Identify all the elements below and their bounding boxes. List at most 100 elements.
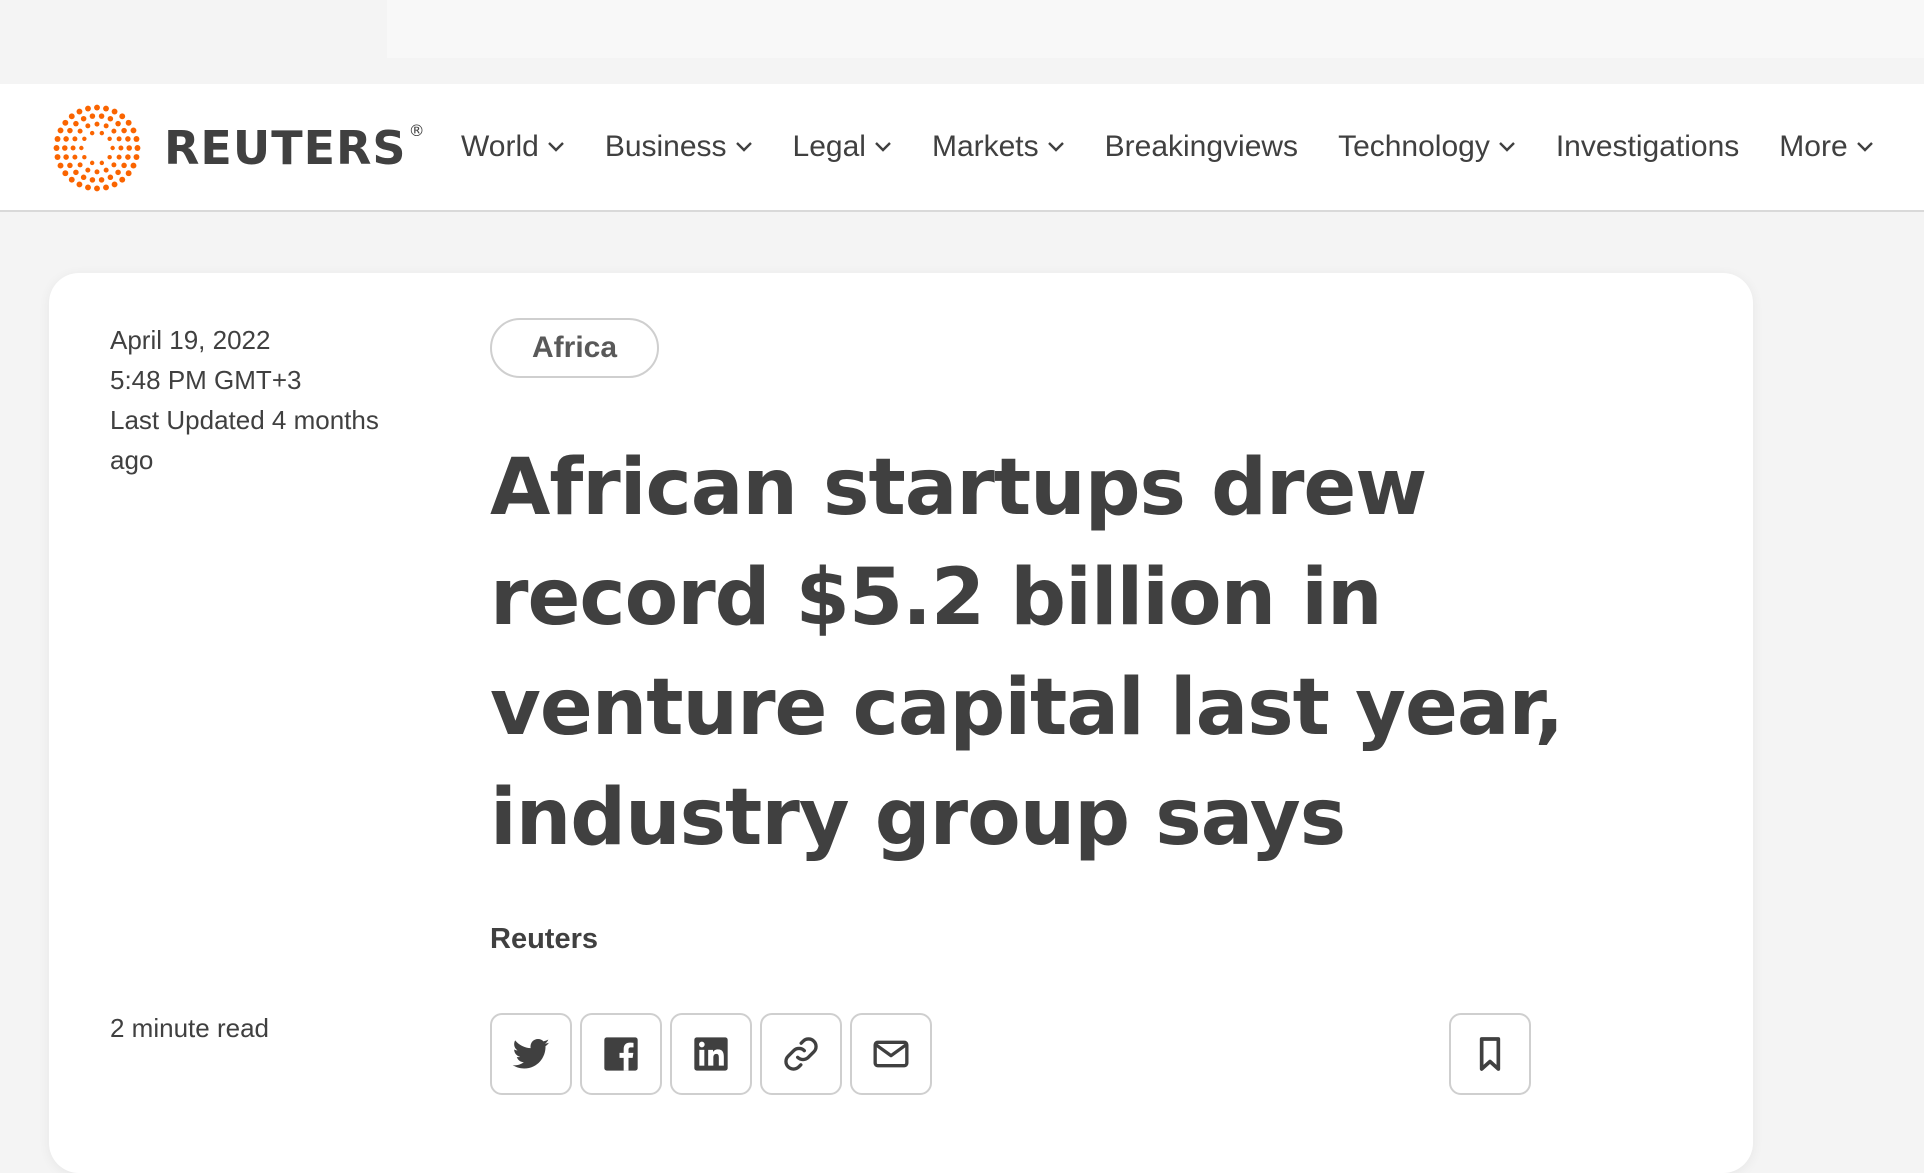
chevron-down-icon <box>1498 142 1515 152</box>
logo-dot <box>110 145 115 151</box>
logo-dot <box>72 154 78 160</box>
logo-dot <box>133 154 140 160</box>
share-facebook-button[interactable] <box>580 1013 662 1095</box>
logo-dot <box>103 123 109 129</box>
read-time: 2 minute read <box>110 1013 269 1043</box>
share-linkedin-button[interactable] <box>670 1013 752 1095</box>
nav-item-label: Markets <box>931 130 1039 163</box>
nav-item-investigations[interactable]: Investigations <box>1556 130 1739 164</box>
link-icon <box>784 1037 818 1071</box>
logo-dot <box>133 136 140 142</box>
nav-item-business[interactable]: Business <box>605 130 753 164</box>
logo-dot <box>99 130 105 136</box>
nav-item-label: Legal <box>792 130 866 163</box>
section-tag-label: Africa <box>532 331 618 364</box>
logo-dot <box>111 108 118 115</box>
logo-dot <box>62 145 68 151</box>
logo-dot <box>115 120 121 127</box>
logo-dot <box>79 145 84 151</box>
logo-dot <box>134 145 141 151</box>
logo-dot <box>111 181 118 188</box>
logo-dot <box>107 115 114 122</box>
share-twitter-button[interactable] <box>490 1013 572 1095</box>
logo-dot <box>116 136 122 142</box>
site-header: REUTERS ® World Business Legal Markets Br… <box>0 84 1924 212</box>
logo-dot <box>54 154 61 160</box>
chevron-down-icon <box>1856 142 1873 152</box>
chevron-down-icon <box>735 142 752 152</box>
brand-wordmark: REUTERS ® <box>164 121 426 175</box>
logo-dot <box>103 105 109 112</box>
share-email-button[interactable] <box>850 1013 932 1095</box>
logo-dot <box>67 127 73 134</box>
logo-dot <box>77 128 83 134</box>
nav-item-label: Breakingviews <box>1104 130 1299 163</box>
logo-dot <box>77 162 83 168</box>
logo-dot <box>63 154 69 160</box>
nav-item-markets[interactable]: Markets <box>932 130 1065 164</box>
logo-dot <box>125 119 132 126</box>
copy-link-button[interactable] <box>760 1013 842 1095</box>
logo-dot <box>94 169 100 175</box>
twitter-icon <box>512 1039 550 1069</box>
chevron-down-icon <box>547 142 564 152</box>
logo-dot <box>82 136 87 142</box>
nav-item-world[interactable]: World <box>461 130 565 164</box>
logo-dot <box>85 123 91 129</box>
logo-dot <box>62 170 69 177</box>
logo-dot <box>98 113 105 119</box>
chevron-down-icon <box>1047 142 1064 152</box>
logo-dot <box>111 128 117 134</box>
logo-dot <box>76 181 83 188</box>
article-card: April 19, 2022 5:48 PM GMT+3 Last Update… <box>49 273 1753 1173</box>
logo-dot <box>89 177 96 183</box>
logo-dot <box>63 136 69 142</box>
logo-dot <box>119 176 126 183</box>
top-strip-blank <box>387 0 1924 58</box>
logo-dot <box>80 115 87 122</box>
logo-dot <box>62 119 69 126</box>
logo-dot <box>121 162 127 169</box>
section-tag-africa[interactable]: Africa <box>490 318 660 378</box>
logo-dot <box>89 113 96 119</box>
logo-dot <box>98 177 105 183</box>
article-headline: African startups drew record $5.2 billio… <box>490 443 1564 863</box>
logo-dot <box>54 136 61 142</box>
chevron-down-icon <box>875 142 891 152</box>
logo-dot <box>80 174 87 181</box>
logo-dot <box>99 160 105 166</box>
article-meta: April 19, 2022 5:48 PM GMT+3 Last Update… <box>110 320 410 480</box>
logo-dot <box>70 145 76 151</box>
logo-dot <box>103 184 109 191</box>
logo-dot <box>107 174 114 181</box>
nav-item-label: More <box>1779 130 1848 163</box>
logo-dot <box>72 136 78 142</box>
logo-dot <box>53 145 60 151</box>
browser-top-strip <box>0 0 1924 84</box>
logo-dot <box>118 145 124 151</box>
bookmark-button[interactable] <box>1449 1013 1531 1095</box>
logo-dot <box>130 127 137 134</box>
reuters-logo[interactable]: REUTERS ® <box>48 102 426 194</box>
nav-item-more[interactable]: More <box>1779 130 1873 164</box>
logo-dot <box>107 136 112 142</box>
publish-date: April 19, 2022 <box>110 325 271 355</box>
nav-item-technology[interactable]: Technology <box>1338 130 1516 164</box>
logo-dot <box>76 108 83 115</box>
nav-item-label: Business <box>604 130 727 163</box>
publish-time: 5:48 PM GMT+3 <box>110 365 302 395</box>
facebook-icon <box>604 1037 638 1071</box>
nav-item-legal[interactable]: Legal <box>793 130 892 164</box>
logo-dot <box>125 136 131 142</box>
logo-dot <box>107 154 112 160</box>
logo-dot <box>94 121 100 127</box>
logo-dot <box>85 167 91 173</box>
byline[interactable]: Reuters <box>490 923 598 956</box>
email-icon <box>873 1040 909 1068</box>
logo-dot <box>67 162 73 169</box>
nav-item-label: Technology <box>1338 130 1490 163</box>
logo-dot <box>119 113 126 120</box>
nav-item-label: Investigations <box>1555 130 1740 163</box>
nav-item-breakingviews[interactable]: Breakingviews <box>1105 130 1298 164</box>
logo-dot <box>94 104 100 111</box>
